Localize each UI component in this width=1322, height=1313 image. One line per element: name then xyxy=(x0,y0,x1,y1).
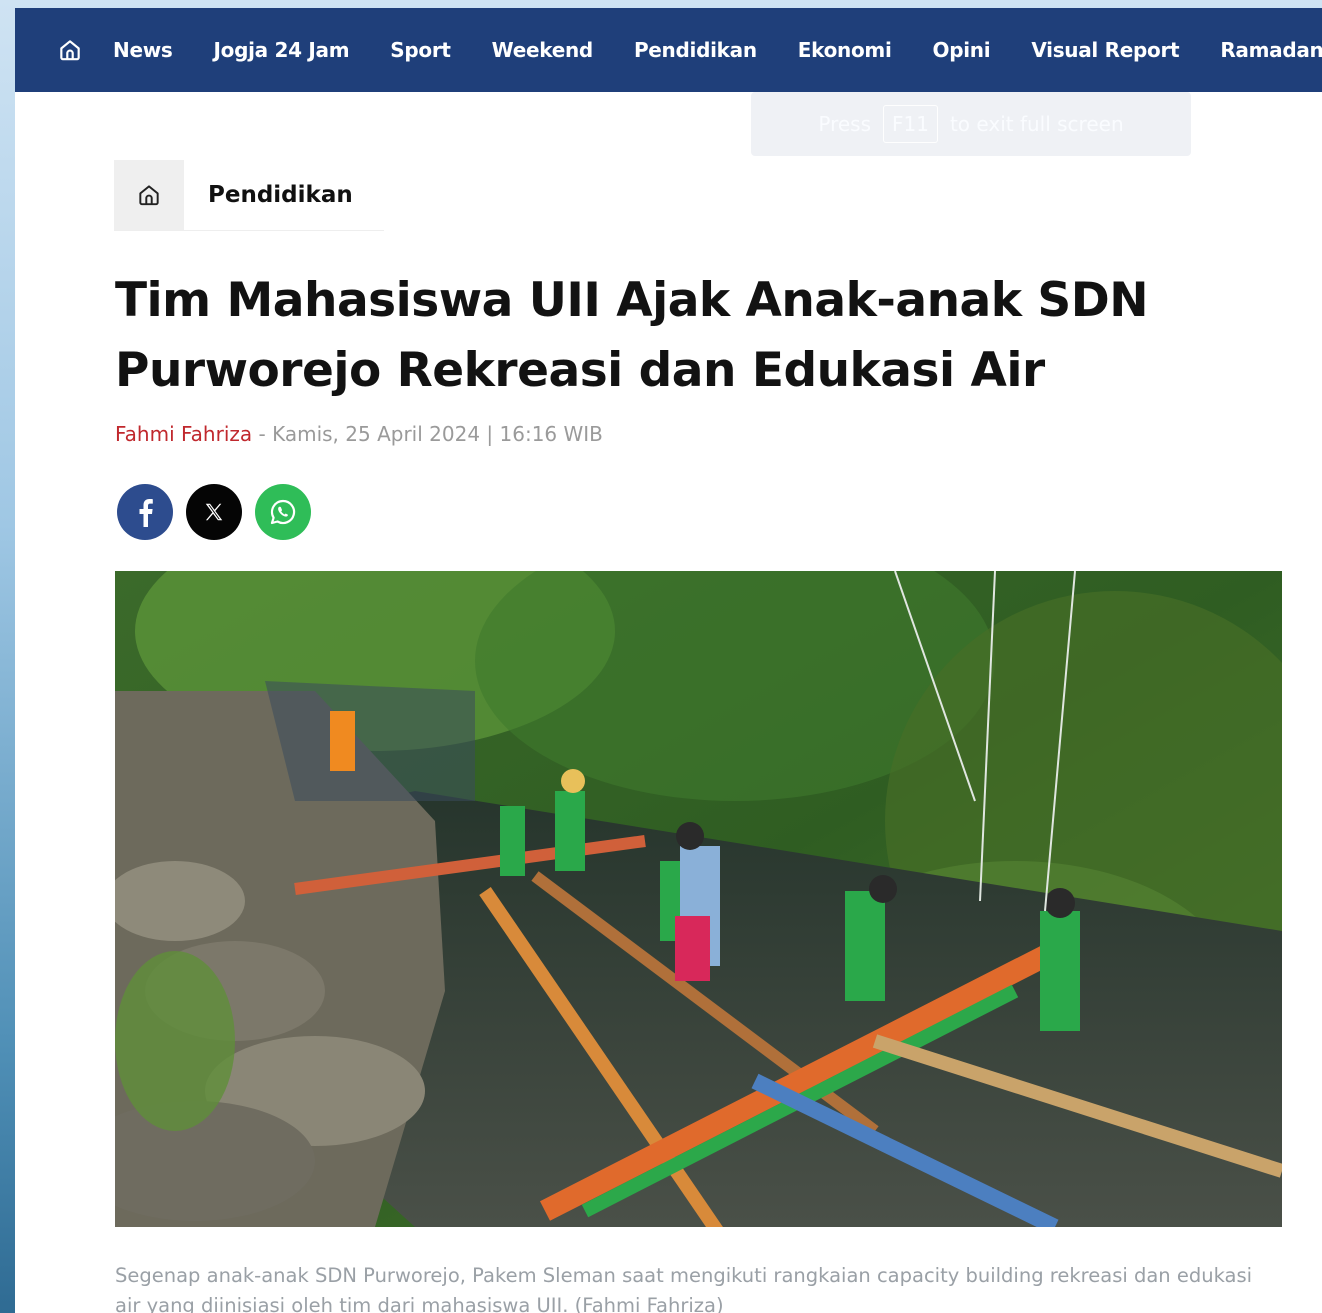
article-title: Tim Mahasiswa UII Ajak Anak-anak SDN Pur… xyxy=(115,273,1149,398)
fullscreen-notice-key: F11 xyxy=(883,105,938,143)
whatsapp-icon xyxy=(270,499,296,525)
nav-item-sport[interactable]: Sport xyxy=(390,38,451,62)
nav-item-news[interactable]: News xyxy=(113,38,173,62)
fullscreen-notice-text: to exit full screen xyxy=(949,112,1124,136)
article-photo-illustration xyxy=(115,571,1282,1227)
facebook-icon xyxy=(139,499,153,527)
x-icon xyxy=(205,503,223,521)
nav-item-opini[interactable]: Opini xyxy=(933,38,991,62)
nav-item-pendidikan[interactable]: Pendidikan xyxy=(634,38,757,62)
article-meta: Fahmi Fahriza - Kamis, 25 April 2024 | 1… xyxy=(115,422,603,446)
nav-item-visual-report[interactable]: Visual Report xyxy=(1031,38,1179,62)
nav-item-ramadan[interactable]: Ramadan xyxy=(1220,38,1322,62)
nav-item-jogja-24-jam[interactable]: Jogja 24 Jam xyxy=(213,38,349,62)
home-icon[interactable] xyxy=(57,37,83,63)
article-author[interactable]: Fahmi Fahriza xyxy=(115,422,252,446)
facebook-share-button[interactable] xyxy=(117,484,173,540)
nav-item-ekonomi[interactable]: Ekonomi xyxy=(798,38,892,62)
share-buttons xyxy=(117,484,311,540)
breadcrumb-category[interactable]: Pendidikan xyxy=(208,182,353,208)
photo-caption: Segenap anak-anak SDN Purworejo, Pakem S… xyxy=(115,1263,1253,1313)
x-share-button[interactable] xyxy=(186,484,242,540)
article-photo xyxy=(115,571,1282,1227)
whatsapp-share-button[interactable] xyxy=(255,484,311,540)
nav-item-weekend[interactable]: Weekend xyxy=(492,38,594,62)
article-date: Kamis, 25 April 2024 | 16:16 WIB xyxy=(272,422,603,446)
meta-separator: - xyxy=(252,422,273,446)
page: News Jogja 24 Jam Sport Weekend Pendidik… xyxy=(15,8,1322,1313)
fullscreen-notice: Press F11 to exit full screen xyxy=(751,92,1191,156)
breadcrumb: Pendidikan xyxy=(114,160,384,231)
breadcrumb-home-icon[interactable] xyxy=(114,160,184,230)
fullscreen-notice-press: Press xyxy=(818,112,872,136)
top-navigation: News Jogja 24 Jam Sport Weekend Pendidik… xyxy=(15,8,1322,92)
